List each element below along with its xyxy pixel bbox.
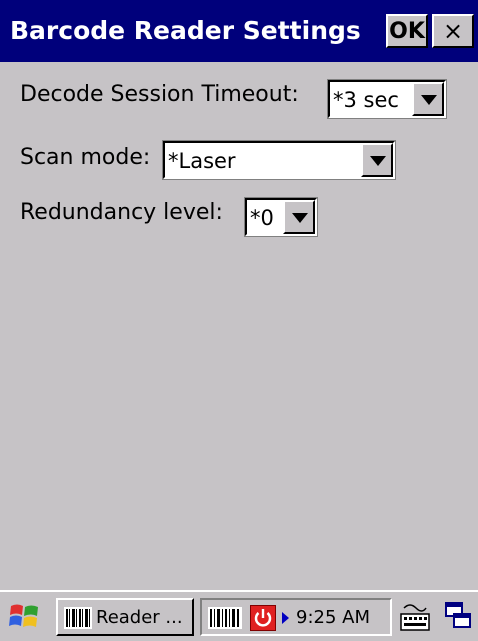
window-title: Barcode Reader Settings <box>10 16 361 45</box>
keyboard-icon[interactable] <box>396 598 434 636</box>
decode-timeout-dropdown-icon[interactable] <box>412 82 444 116</box>
scan-mode-label: Scan mode: <box>20 145 151 170</box>
windows-switch-icon[interactable] <box>442 600 474 632</box>
scan-mode-value: *Laser <box>168 149 236 173</box>
redundancy-label: Redundancy level: <box>20 200 223 225</box>
taskbar: Reader ... 9:25 AM <box>0 590 478 641</box>
task-label: Reader ... <box>96 607 183 628</box>
ok-button[interactable]: OK <box>386 14 428 48</box>
redundancy-value: *0 <box>250 206 274 230</box>
redundancy-dropdown-icon[interactable] <box>283 200 315 234</box>
close-button[interactable]: × <box>432 14 474 48</box>
tray-expand-icon[interactable] <box>282 612 289 624</box>
clock[interactable]: 9:25 AM <box>296 607 370 628</box>
decode-timeout-label: Decode Session Timeout: <box>20 82 299 107</box>
reader-task-button[interactable]: Reader ... <box>56 598 194 636</box>
decode-timeout-value: *3 sec <box>333 88 399 112</box>
title-bar: Barcode Reader Settings OK × <box>0 0 478 62</box>
redundancy-select[interactable]: *0 <box>244 197 318 237</box>
barcode-tray-icon[interactable] <box>208 607 242 629</box>
system-tray: 9:25 AM <box>200 598 392 636</box>
windows-flag-icon[interactable] <box>8 600 42 632</box>
power-icon[interactable] <box>250 605 276 631</box>
barcode-icon <box>64 607 92 629</box>
scan-mode-dropdown-icon[interactable] <box>361 143 393 177</box>
decode-timeout-select[interactable]: *3 sec <box>327 79 447 119</box>
scan-mode-select[interactable]: *Laser <box>162 140 396 180</box>
